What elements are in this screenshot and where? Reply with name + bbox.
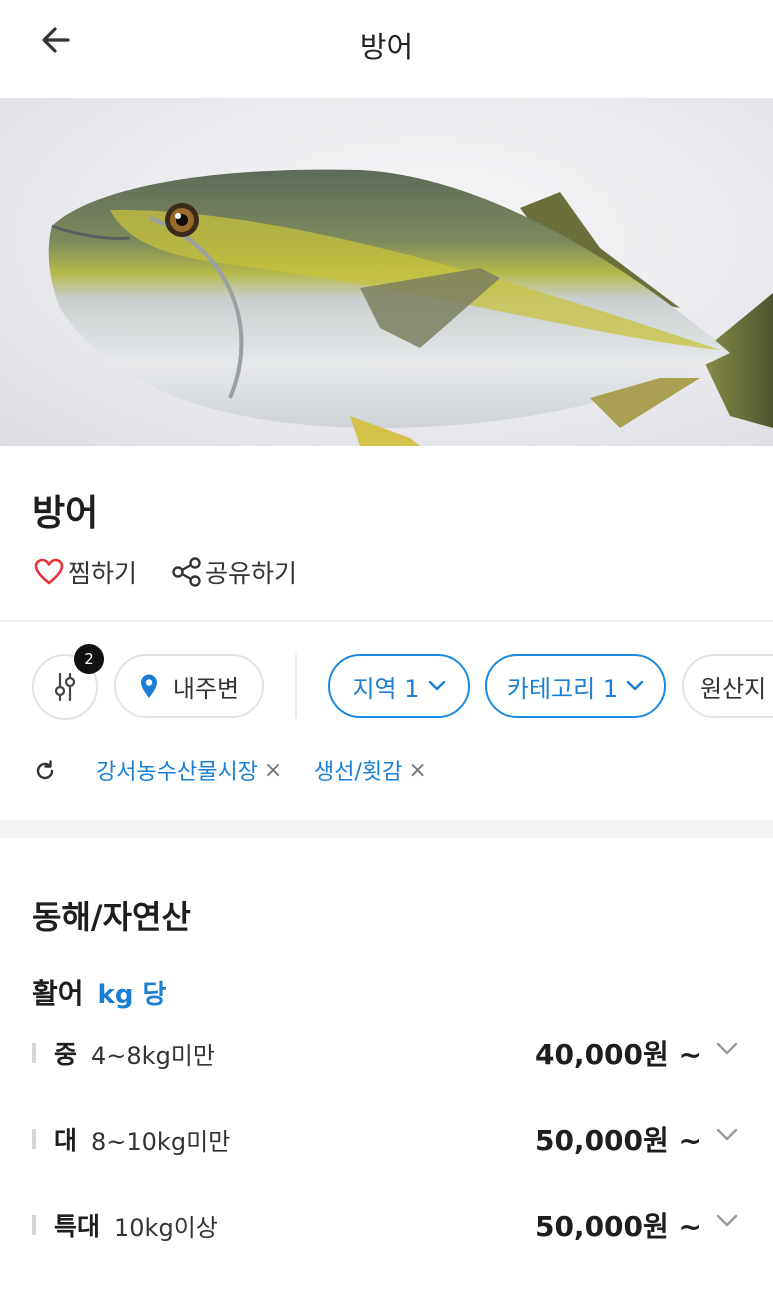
- location-pin-icon: [140, 674, 157, 698]
- filter-tag-label: 생선/횟감: [314, 760, 403, 785]
- app-header: 방어: [0, 0, 773, 98]
- chevron-down-icon: [626, 680, 644, 692]
- price-value: 50,000원 ~: [534, 1124, 702, 1157]
- price-value: 40,000원 ~: [534, 1038, 702, 1071]
- price-row[interactable]: 중 4~8kg미만 40,000원 ~: [32, 1028, 742, 1078]
- unit-label: kg 당: [97, 980, 167, 1010]
- heart-icon: [32, 555, 66, 589]
- region-filter-chip[interactable]: 지역 1: [328, 654, 470, 718]
- price-row[interactable]: 대 8~10kg미만 50,000원 ~: [32, 1114, 742, 1164]
- chevron-down-icon: [428, 680, 446, 692]
- size-label: 대: [54, 1126, 78, 1155]
- weight-range: 4~8kg미만: [91, 1041, 215, 1070]
- region-title: 동해/자연산: [32, 898, 191, 936]
- row-marker: [32, 1043, 36, 1063]
- chevron-down-icon[interactable]: [716, 1042, 738, 1056]
- active-filter-tags: 강서농수산물시장 × 생선/횟감 ×: [0, 750, 773, 790]
- filter-bar: 2 내주변 지역 1 카테고리 1 원산지: [0, 644, 773, 724]
- row-marker: [32, 1215, 36, 1235]
- type-title: 활어 kg 당: [32, 972, 166, 1012]
- reset-filters-button[interactable]: [30, 756, 60, 786]
- region-filter-label: 지역 1: [352, 674, 420, 703]
- close-icon[interactable]: ×: [264, 758, 282, 783]
- location-chip-label: 내주변: [172, 674, 240, 703]
- section-divider: [0, 820, 773, 838]
- category-filter-chip[interactable]: 카테고리 1: [485, 654, 666, 718]
- category-filter-label: 카테고리 1: [506, 674, 619, 703]
- filter-tag-label: 강서농수산물시장: [96, 760, 258, 785]
- weight-range: 8~10kg미만: [91, 1127, 231, 1156]
- share-icon: [169, 555, 203, 589]
- divider: [0, 620, 773, 622]
- origin-filter-label: 원산지: [700, 674, 767, 703]
- share-label: 공유하기: [205, 559, 298, 588]
- product-actions: 찜하기 공유하기: [32, 552, 297, 592]
- type-label: 활어: [32, 977, 84, 1010]
- filter-sliders-icon: [54, 672, 76, 702]
- location-chip[interactable]: 내주변: [114, 654, 264, 718]
- share-button[interactable]: 공유하기: [169, 554, 297, 590]
- size-label: 특대: [54, 1212, 101, 1241]
- product-image: [0, 98, 773, 446]
- origin-filter-chip[interactable]: 원산지: [682, 654, 773, 718]
- product-name: 방어: [32, 493, 99, 534]
- chevron-down-icon[interactable]: [716, 1214, 738, 1228]
- close-icon[interactable]: ×: [408, 758, 426, 783]
- like-label: 찜하기: [68, 559, 138, 588]
- like-button[interactable]: 찜하기: [32, 554, 137, 590]
- filter-separator: [295, 654, 297, 718]
- chevron-down-icon[interactable]: [716, 1128, 738, 1142]
- price-row[interactable]: 특대 10kg이상 50,000원 ~: [32, 1200, 742, 1250]
- price-value: 50,000원 ~: [534, 1210, 702, 1243]
- weight-range: 10kg이상: [114, 1213, 218, 1242]
- filter-tag[interactable]: 강서농수산물시장 ×: [96, 754, 282, 786]
- page-title: 방어: [359, 30, 414, 64]
- filter-count-badge: 2: [74, 644, 104, 674]
- size-label: 중: [54, 1040, 78, 1069]
- refresh-icon: [36, 760, 54, 780]
- filter-tag[interactable]: 생선/횟감 ×: [314, 754, 427, 786]
- row-marker: [32, 1129, 36, 1149]
